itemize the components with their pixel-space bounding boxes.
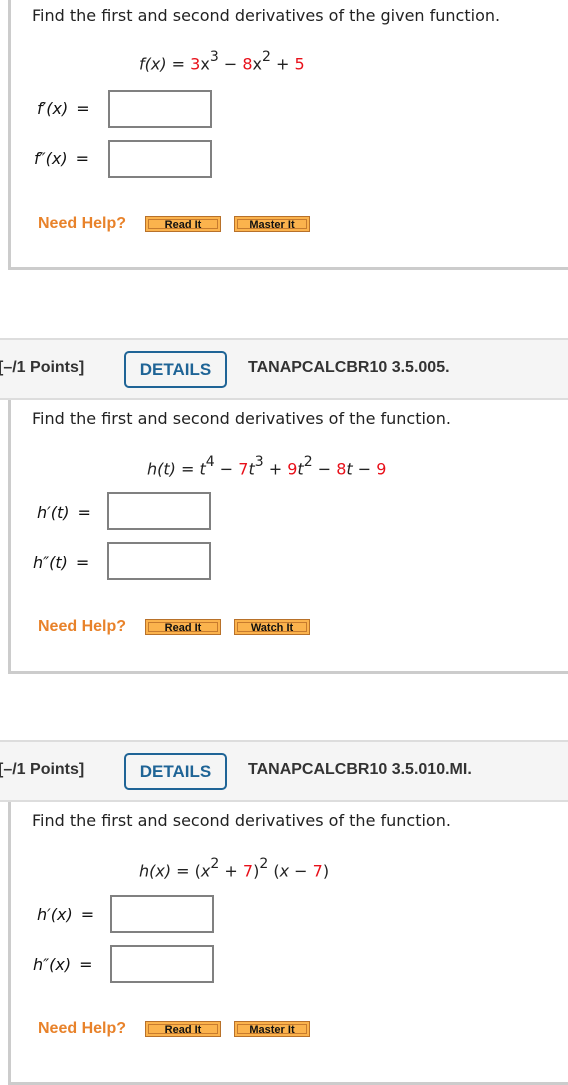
need-help-label: Need Help? (38, 215, 127, 232)
question-2-prompt: Find the first and second derivatives of… (32, 409, 451, 428)
question-id: TANAPCALCBR10 3.5.005. (248, 359, 450, 376)
question-2-formula: h(t) = t4 − 7t3 + 9t2 − 8t − 9 (147, 454, 387, 479)
second-derivative-input[interactable] (108, 140, 212, 178)
watch-it-button[interactable]: Watch It (234, 619, 310, 635)
read-it-button[interactable]: Read It (145, 216, 221, 232)
points-label: [–/1 Points] (0, 761, 85, 778)
question-1-formula: f(x) = 3x3 − 8x2 + 5 (139, 49, 305, 74)
first-derivative-input[interactable] (108, 90, 212, 128)
read-it-button[interactable]: Read It (145, 1021, 221, 1037)
details-button[interactable]: DETAILS (124, 351, 227, 388)
second-derivative-input[interactable] (107, 542, 211, 580)
first-derivative-input[interactable] (110, 895, 214, 933)
question-3-header: [–/1 Points] DETAILS TANAPCALCBR10 3.5.0… (0, 740, 568, 802)
second-derivative-input[interactable] (110, 945, 214, 983)
need-help-label: Need Help? (38, 1020, 127, 1037)
master-it-button[interactable]: Master It (234, 1021, 310, 1037)
question-1: Find the first and second derivatives of… (8, 0, 568, 270)
question-1-prompt: Find the first and second derivatives of… (32, 6, 501, 25)
master-it-button[interactable]: Master It (234, 216, 310, 232)
second-derivative-label: h″(t) = (33, 553, 90, 572)
need-help-label: Need Help? (38, 618, 127, 635)
second-derivative-label: h″(x) = (33, 955, 93, 974)
read-it-button[interactable]: Read It (145, 619, 221, 635)
first-derivative-label: h′(x) = (37, 905, 95, 924)
points-label: [–/1 Points] (0, 359, 85, 376)
first-derivative-label: h′(t) = (37, 503, 91, 522)
second-derivative-label: f″(x) = (34, 149, 89, 168)
question-2-header: [–/1 Points] DETAILS TANAPCALCBR10 3.5.0… (0, 338, 568, 400)
first-derivative-label: f′(x) = (37, 99, 90, 118)
question-3-formula: h(x) = (x2 + 7)2 (x − 7) (139, 856, 330, 881)
question-3: Find the first and second derivatives of… (8, 802, 568, 1085)
details-button[interactable]: DETAILS (124, 753, 227, 790)
first-derivative-input[interactable] (107, 492, 211, 530)
question-id: TANAPCALCBR10 3.5.010.MI. (248, 761, 472, 778)
question-2: Find the first and second derivatives of… (8, 400, 568, 674)
question-3-prompt: Find the first and second derivatives of… (32, 811, 451, 830)
